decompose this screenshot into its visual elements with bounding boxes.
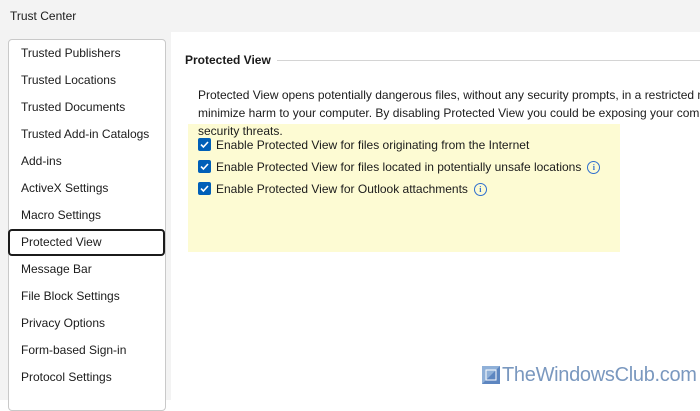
checkbox-outlook-attachments[interactable] [198, 182, 211, 195]
main-content: Protected View Protected View opens pote… [171, 32, 700, 400]
sidebar-item-file-block-settings[interactable]: File Block Settings [9, 283, 165, 310]
checkbox-unsafe-locations[interactable] [198, 160, 211, 173]
option-label-wrap: Enable Protected View for files located … [216, 160, 601, 174]
sidebar-item-macro-settings[interactable]: Macro Settings [9, 202, 165, 229]
option-label: Enable Protected View for files originat… [216, 138, 530, 152]
checkbox-internet-files[interactable] [198, 138, 211, 151]
description: Protected View opens potentially dangero… [198, 86, 700, 140]
window-title: Trust Center [10, 9, 77, 23]
sidebar: Trusted Publishers Trusted Locations Tru… [8, 39, 166, 411]
option-label: Enable Protected View for Outlook attach… [216, 182, 468, 196]
description-line: minimize harm to your computer. By disab… [198, 106, 700, 120]
sidebar-item-trusted-addin-catalogs[interactable]: Trusted Add-in Catalogs [9, 121, 165, 148]
sidebar-item-protected-view[interactable]: Protected View [8, 229, 165, 256]
title-bar: Trust Center [0, 0, 700, 32]
sidebar-item-addins[interactable]: Add-ins [9, 148, 165, 175]
windows-club-logo-icon [482, 366, 500, 384]
sidebar-item-protocol-settings[interactable]: Protocol Settings [9, 364, 165, 391]
info-icon[interactable]: i [473, 183, 487, 196]
sidebar-item-trusted-documents[interactable]: Trusted Documents [9, 94, 165, 121]
description-line: Protected View opens potentially dangero… [198, 88, 700, 102]
section-title: Protected View [185, 53, 271, 67]
checkmark-icon [200, 141, 209, 149]
watermark-text: TheWindowsClub.com [502, 364, 697, 386]
checkmark-icon [200, 185, 209, 193]
checkmark-icon [200, 163, 209, 171]
option-label: Enable Protected View for files located … [216, 160, 582, 174]
sidebar-item-form-based-sign-in[interactable]: Form-based Sign-in [9, 337, 165, 364]
sidebar-item-trusted-publishers[interactable]: Trusted Publishers [9, 40, 165, 67]
sidebar-item-privacy-options[interactable]: Privacy Options [9, 310, 165, 337]
sidebar-item-trusted-locations[interactable]: Trusted Locations [9, 67, 165, 94]
option-label-wrap: Enable Protected View for Outlook attach… [216, 182, 487, 196]
sidebar-item-activex-settings[interactable]: ActiveX Settings [9, 175, 165, 202]
section-divider [277, 60, 700, 61]
info-icon[interactable]: i [587, 161, 601, 174]
sidebar-item-message-bar[interactable]: Message Bar [9, 256, 165, 283]
